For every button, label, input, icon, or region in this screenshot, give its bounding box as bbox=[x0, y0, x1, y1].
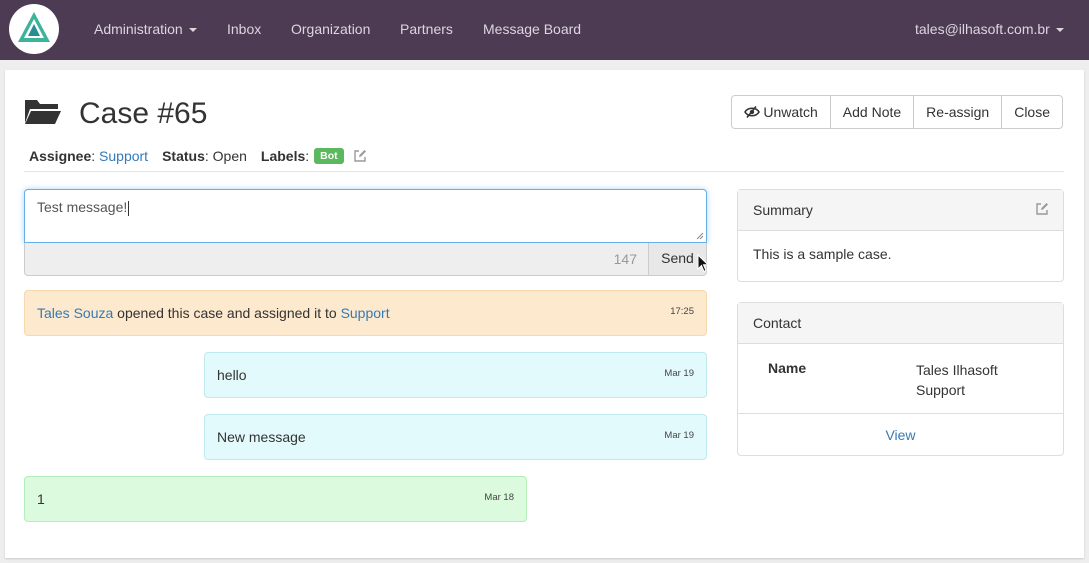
nav-message-board[interactable]: Message Board bbox=[483, 20, 581, 38]
contact-name-label: Name bbox=[768, 360, 807, 376]
caret-down-icon bbox=[188, 28, 197, 33]
user-menu[interactable]: tales@ilhasoft.com.br bbox=[915, 20, 1064, 38]
message-time: Mar 18 bbox=[484, 492, 514, 503]
message-input[interactable]: Test message! bbox=[24, 189, 707, 243]
contact-name-row: Name Tales Ilhasoft Support bbox=[738, 344, 1063, 414]
case-meta: Assignee: Support Status: Open Labels: B… bbox=[29, 147, 367, 165]
unwatch-button[interactable]: Unwatch bbox=[731, 95, 831, 129]
label-badge-bot: Bot bbox=[314, 148, 344, 164]
caret-down-icon bbox=[1055, 28, 1064, 33]
outgoing-message: hello Mar 19 bbox=[204, 352, 707, 398]
text-cursor bbox=[128, 200, 130, 216]
character-counter: 147 bbox=[613, 251, 637, 267]
incoming-message: 1 Mar 18 bbox=[24, 476, 527, 522]
summary-text: This is a sample case. bbox=[753, 246, 892, 262]
reassign-button[interactable]: Re-assign bbox=[913, 95, 1003, 129]
contact-panel: Contact Name Tales Ilhasoft Support View bbox=[737, 302, 1064, 456]
message-text: 1 bbox=[37, 491, 45, 507]
nav-administration[interactable]: Administration bbox=[94, 20, 197, 38]
labels-label: Labels bbox=[260, 148, 306, 164]
nav-organization[interactable]: Organization bbox=[291, 20, 370, 38]
summary-panel: Summary This is a sample case. bbox=[737, 189, 1064, 282]
resize-handle-icon[interactable] bbox=[696, 232, 704, 240]
mouse-pointer-icon bbox=[697, 254, 709, 273]
edit-summary-icon[interactable] bbox=[1035, 202, 1049, 220]
timeline-action: Tales Souza opened this case and assigne… bbox=[24, 290, 707, 336]
folder-open-icon bbox=[25, 100, 61, 124]
assignee-link[interactable]: Support bbox=[99, 147, 148, 165]
top-navbar: Administration Inbox Organization Partne… bbox=[0, 0, 1089, 60]
message-time: Mar 19 bbox=[664, 430, 694, 441]
triangle-logo-icon bbox=[18, 12, 50, 42]
message-text: New message bbox=[217, 429, 306, 445]
add-note-button[interactable]: Add Note bbox=[829, 95, 915, 129]
page-title: Case #65 bbox=[79, 97, 208, 130]
nav-partners[interactable]: Partners bbox=[400, 20, 453, 38]
action-text: opened this case and assigned it to bbox=[117, 305, 337, 321]
view-contact-link[interactable]: View bbox=[738, 427, 1063, 443]
contact-name-value: Tales Ilhasoft Support bbox=[916, 362, 998, 398]
status-label: Status bbox=[162, 148, 205, 164]
action-user-link[interactable]: Tales Souza bbox=[37, 305, 113, 321]
status-value: Open bbox=[212, 148, 247, 164]
case-actions: Unwatch Add Note Re-assign Close bbox=[731, 95, 1063, 129]
outgoing-message: New message Mar 19 bbox=[204, 414, 707, 460]
divider bbox=[24, 171, 1064, 172]
eye-slash-icon bbox=[744, 106, 761, 118]
composer-footer: 147 Send bbox=[24, 243, 707, 276]
message-input-value: Test message! bbox=[37, 199, 128, 215]
summary-heading: Summary bbox=[738, 190, 1063, 231]
action-target-link[interactable]: Support bbox=[341, 305, 390, 321]
action-time: 17:25 bbox=[670, 306, 694, 317]
brand-logo[interactable] bbox=[9, 4, 59, 54]
edit-labels-icon[interactable] bbox=[353, 149, 367, 163]
assignee-label: Assignee bbox=[29, 148, 92, 164]
message-time: Mar 19 bbox=[664, 368, 694, 379]
close-case-button[interactable]: Close bbox=[1001, 95, 1063, 129]
message-text: hello bbox=[217, 367, 247, 383]
contact-heading: Contact bbox=[738, 303, 1063, 344]
nav-inbox[interactable]: Inbox bbox=[227, 20, 261, 38]
